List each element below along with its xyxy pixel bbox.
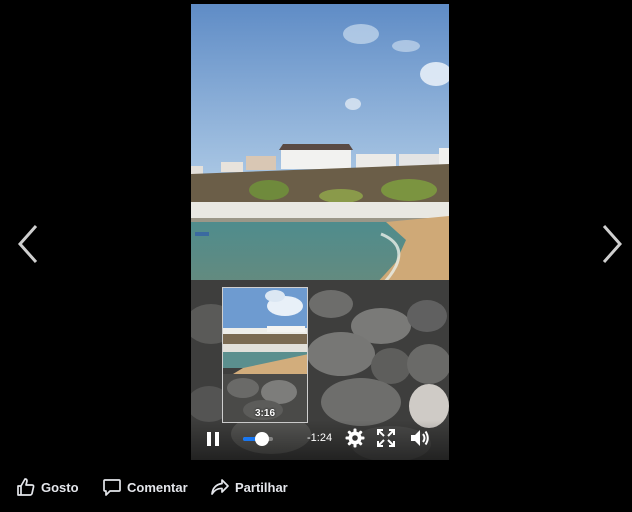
- previous-media-button[interactable]: [14, 222, 42, 266]
- time-remaining: -1:24: [307, 432, 333, 444]
- preview-frame: [223, 288, 307, 422]
- volume-icon: [411, 430, 429, 446]
- like-button[interactable]: Gosto: [16, 476, 79, 498]
- progress-slider[interactable]: [243, 432, 273, 446]
- volume-button[interactable]: [409, 428, 431, 448]
- share-arrow-icon: [211, 479, 229, 495]
- chevron-left-icon: [17, 225, 38, 263]
- fullscreen-button[interactable]: [377, 429, 395, 447]
- comment-button[interactable]: Comentar: [102, 476, 188, 498]
- seek-preview-thumbnail: 3:16: [222, 287, 308, 423]
- post-actions-bar: Gosto Comentar Partilhar: [0, 472, 632, 502]
- comment-bubble-icon: [103, 479, 121, 496]
- preview-timestamp: 3:16: [254, 408, 275, 419]
- share-button[interactable]: Partilhar: [210, 476, 288, 498]
- comment-label: Comentar: [127, 479, 188, 495]
- thumbs-up-icon: [17, 478, 35, 496]
- progress-handle[interactable]: [254, 432, 269, 446]
- settings-button[interactable]: [345, 428, 365, 448]
- gear-icon: [345, 428, 365, 448]
- share-label: Partilhar: [235, 479, 288, 495]
- video-controls: -1:24: [191, 420, 449, 460]
- pause-icon: [207, 432, 219, 446]
- pause-button[interactable]: [205, 430, 221, 448]
- next-media-button[interactable]: [598, 222, 626, 266]
- like-label: Gosto: [41, 479, 79, 495]
- fullscreen-icon: [377, 429, 395, 447]
- chevron-right-icon: [602, 225, 623, 263]
